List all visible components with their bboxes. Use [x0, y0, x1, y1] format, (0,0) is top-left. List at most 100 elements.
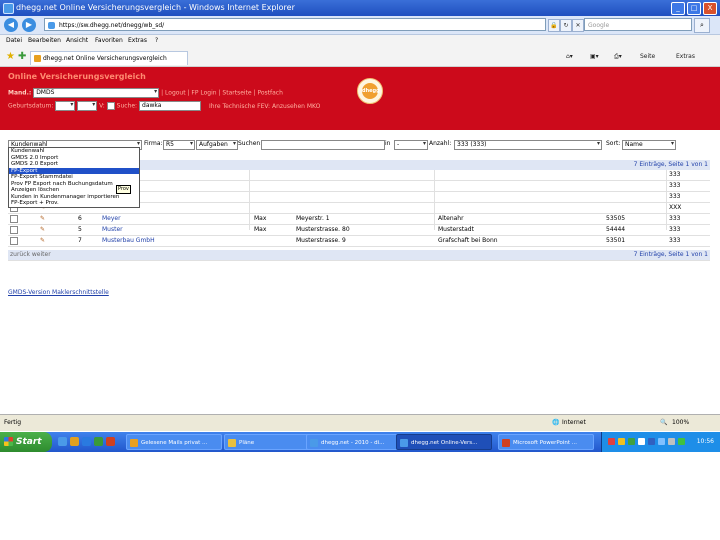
- word-quicklaunch-icon[interactable]: [82, 437, 91, 446]
- search-icon[interactable]: ⌕: [694, 18, 710, 33]
- pager-prev-next[interactable]: zurück weiter: [10, 251, 51, 258]
- in-select[interactable]: -: [394, 140, 428, 150]
- pager-bottom[interactable]: 7 Einträge, Seite 1 von 1: [634, 251, 708, 258]
- print-icon[interactable]: ⎙▾: [614, 52, 622, 62]
- row-ort: Grafschaft bei Bonn: [438, 237, 498, 244]
- row-ort: Altenahr: [438, 215, 464, 222]
- forward-button[interactable]: ▶: [22, 18, 36, 32]
- row-edit-icon[interactable]: ✎: [40, 226, 45, 233]
- ppt-quicklaunch-icon[interactable]: [106, 437, 115, 446]
- row-value: 333: [669, 226, 681, 233]
- tray-icon-2[interactable]: [618, 438, 625, 445]
- sort-select[interactable]: Name: [622, 140, 676, 150]
- table-row[interactable]: ✎ 7 Musterbau GmbH Musterstrasse. 9 Grafscha…: [8, 236, 710, 247]
- tray-icon-4[interactable]: [638, 438, 645, 445]
- menu-extras[interactable]: Extras: [128, 35, 147, 46]
- taskbar-item[interactable]: Microsoft PowerPoint ...: [498, 434, 594, 450]
- favorites-star-icon[interactable]: ★: [6, 51, 15, 63]
- feeds-icon[interactable]: ▣▾: [590, 52, 599, 62]
- row-value: 333: [669, 171, 681, 178]
- tooltip: Prov: [116, 185, 131, 194]
- window-titlebar[interactable]: dhegg.net Online Versicherungsvergleich …: [0, 0, 720, 16]
- menu-help[interactable]: ?: [155, 35, 158, 46]
- stop-icon[interactable]: ✕: [572, 19, 584, 32]
- row-value: XXX: [669, 204, 682, 211]
- table-row[interactable]: ✎ 5 Muster Max Musterstrasse. 80 Musterstadt 5…: [8, 225, 710, 236]
- add-favorite-icon[interactable]: ✚: [18, 51, 26, 63]
- start-button[interactable]: Start: [0, 432, 52, 452]
- anzahl-label: Anzahl:: [429, 140, 452, 147]
- row-edit-icon[interactable]: ✎: [40, 215, 45, 222]
- minimize-button[interactable]: _: [671, 2, 685, 15]
- suchen-input[interactable]: [261, 140, 385, 150]
- anzahl-select[interactable]: 333 (333): [454, 140, 602, 150]
- pager-top[interactable]: 7 Einträge, Seite 1 von 1: [634, 161, 708, 168]
- geburtsdatum-select[interactable]: [55, 101, 76, 111]
- search-input[interactable]: Google: [584, 18, 692, 31]
- v-checkbox[interactable]: [106, 102, 115, 110]
- row-plz: 54444: [606, 226, 626, 233]
- taskbar-app-icon: [400, 439, 408, 447]
- in-label: in: [385, 140, 391, 147]
- geburtsdatum-select-2[interactable]: [77, 101, 98, 111]
- row-nr: 7: [78, 237, 82, 244]
- header-links[interactable]: | Logout | FP Login | Startseite | Postf…: [161, 90, 283, 97]
- taskbar-item[interactable]: Gelesene Mails privat ...: [126, 434, 222, 450]
- taskbar-item-label: Pläne: [239, 440, 255, 446]
- ie-icon: [3, 3, 14, 14]
- dropdown-option[interactable]: FP-Export + Prov.: [9, 200, 139, 207]
- clock[interactable]: 10:56: [697, 432, 714, 452]
- home-icon[interactable]: ⌂▾: [566, 52, 573, 62]
- close-button[interactable]: X: [703, 2, 717, 15]
- tray-icon-5[interactable]: [648, 438, 655, 445]
- row-value: 333: [669, 237, 681, 244]
- row-vorname: Max: [254, 226, 267, 233]
- row-nr: 5: [78, 226, 82, 233]
- start-label: Start: [16, 437, 42, 447]
- tray-icon-3[interactable]: [628, 438, 635, 445]
- row-value: 333: [669, 182, 681, 189]
- menu-favoriten[interactable]: Favoriten: [95, 35, 123, 46]
- firma-select[interactable]: R5: [163, 140, 195, 150]
- tray-icon-8[interactable]: [678, 438, 685, 445]
- explorer-quicklaunch-icon[interactable]: [70, 437, 79, 446]
- row-edit-icon[interactable]: ✎: [40, 237, 45, 244]
- browser-tab[interactable]: dhegg.net Online Versicherungsvergleich: [30, 51, 188, 65]
- ie-quicklaunch-icon[interactable]: [58, 437, 67, 446]
- windows-flag-icon: [4, 437, 13, 446]
- back-button[interactable]: ◀: [4, 18, 18, 32]
- refresh-icon[interactable]: ↻: [560, 19, 572, 32]
- footer-link[interactable]: GMDS-Version Maklerschnittstelle: [8, 289, 109, 296]
- status-select[interactable]: Aufgaben: [196, 140, 238, 150]
- lock-icon[interactable]: 🔒: [548, 19, 560, 32]
- tray-icon-1[interactable]: [608, 438, 615, 445]
- page-menu[interactable]: Seite: [640, 52, 655, 62]
- row-name[interactable]: Meyer: [102, 215, 121, 222]
- row-name[interactable]: Muster: [102, 226, 123, 233]
- table-row[interactable]: ✎ 6 Meyer Max Meyerstr. 1 Altenahr 53505 333: [8, 214, 710, 225]
- suche-input[interactable]: dawka: [139, 101, 202, 111]
- row-name[interactable]: Musterbau GmbH: [102, 237, 155, 244]
- app-heading: Online Versicherungsvergleich: [8, 72, 146, 81]
- mand-select[interactable]: DMDS: [33, 88, 160, 98]
- taskbar-item[interactable]: dhegg.net - 2010 - di...: [306, 434, 402, 450]
- header-hint: Ihre Technische FEV: Anzusehen MKO: [208, 102, 321, 110]
- tools-menu[interactable]: Extras: [676, 52, 695, 62]
- tray-icon-6[interactable]: [658, 438, 665, 445]
- taskbar-app-icon: [310, 439, 318, 447]
- maximize-button[interactable]: □: [687, 2, 701, 15]
- zoom-level[interactable]: 100%: [672, 415, 689, 431]
- menu-bearbeiten[interactable]: Bearbeiten: [28, 35, 61, 46]
- row-checkbox[interactable]: [10, 226, 18, 234]
- row-checkbox[interactable]: [10, 237, 18, 245]
- tray-icon-7[interactable]: [668, 438, 675, 445]
- excel-quicklaunch-icon[interactable]: [94, 437, 103, 446]
- row-vorname: Max: [254, 215, 267, 222]
- row-checkbox[interactable]: [10, 215, 18, 223]
- menu-ansicht[interactable]: Ansicht: [66, 35, 88, 46]
- logo-text: dhegg: [362, 83, 380, 99]
- taskbar-item[interactable]: dhegg.net Online-Vers...: [396, 434, 492, 450]
- action-dropdown-list[interactable]: Kundenwahl GMDS 2.0 Import GMDS 2.0 Export…: [8, 147, 140, 208]
- url-field[interactable]: https://sw.dhegg.net/dnegg/wb_sd/: [44, 18, 546, 31]
- menu-datei[interactable]: Datei: [6, 35, 22, 46]
